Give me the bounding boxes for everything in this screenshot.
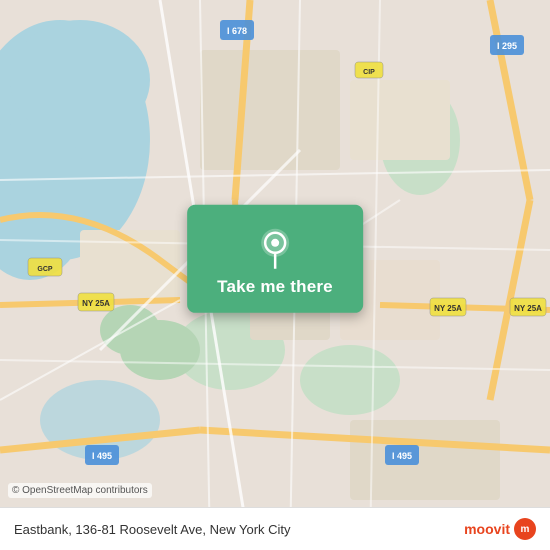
svg-text:I 495: I 495 xyxy=(92,451,112,461)
map-container: I 678 I 295 I 495 I 495 NY 25A NY 25A GC… xyxy=(0,0,550,550)
moovit-icon-letter: m xyxy=(521,524,530,535)
svg-text:NY 25A: NY 25A xyxy=(82,299,110,308)
address-label: Eastbank, 136-81 Roosevelt Ave, New York… xyxy=(14,522,291,537)
location-pin-icon xyxy=(253,225,297,269)
moovit-icon: m xyxy=(514,518,536,540)
action-card: Take me there xyxy=(187,205,363,313)
moovit-logo: moovit m xyxy=(464,518,536,540)
svg-text:I 295: I 295 xyxy=(497,41,517,51)
svg-text:I 678: I 678 xyxy=(227,26,247,36)
svg-text:CIP: CIP xyxy=(363,69,375,76)
copyright-notice: © OpenStreetMap contributors xyxy=(8,483,152,498)
bottom-bar: Eastbank, 136-81 Roosevelt Ave, New York… xyxy=(0,507,550,550)
take-me-there-button[interactable]: Take me there xyxy=(217,277,333,297)
moovit-logo-text: moovit xyxy=(464,521,510,537)
svg-text:GCP: GCP xyxy=(37,266,53,273)
svg-text:NY 25A: NY 25A xyxy=(434,304,462,313)
svg-text:I 495: I 495 xyxy=(392,451,412,461)
svg-text:NY 25A: NY 25A xyxy=(514,304,542,313)
